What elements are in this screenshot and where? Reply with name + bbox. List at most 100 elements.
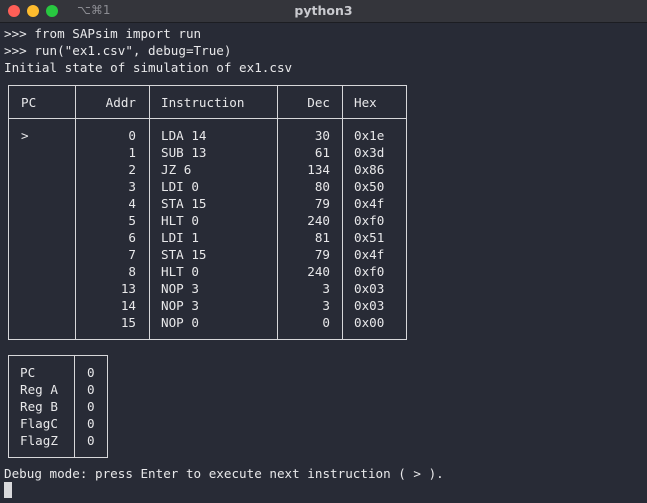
cell-addr: 13 — [75, 280, 150, 297]
cell-instruction: JZ 6 — [149, 161, 278, 178]
cell-hex: 0x86 — [342, 161, 407, 178]
cell-dec: 81 — [277, 229, 343, 246]
cell-instruction: NOP 0 — [149, 314, 278, 340]
cell-instruction: SUB 13 — [149, 144, 278, 161]
cell-dec: 30 — [277, 127, 343, 144]
cell-addr: 8 — [75, 263, 150, 280]
cell-hex: 0x51 — [342, 229, 407, 246]
cell-dec: 79 — [277, 246, 343, 263]
cell-hex: 0x4f — [342, 246, 407, 263]
table-row: 15 NOP 0 0 0x00 — [8, 314, 407, 340]
cell-dec: 79 — [277, 195, 343, 212]
table-row: >0 LDA 14 30 0x1e — [8, 127, 407, 144]
cell-addr: 5 — [75, 212, 150, 229]
cell-addr: 4 — [75, 195, 150, 212]
terminal-area[interactable]: >>> from SAPsim import run >>> run("ex1.… — [4, 22, 647, 503]
text-cursor — [4, 482, 12, 498]
register-row: FlagC 0 — [8, 415, 108, 432]
cell-hex: 0x00 — [342, 314, 407, 340]
cell-addr: 0 — [75, 127, 150, 144]
table-row: 13 NOP 3 3 0x03 — [8, 280, 407, 297]
cell-dec: 134 — [277, 161, 343, 178]
cell-instruction: LDI 0 — [149, 178, 278, 195]
register-row: Reg B0 — [8, 398, 108, 415]
register-value: 0 — [74, 381, 108, 398]
cell-hex: 0xf0 — [342, 263, 407, 280]
debug-prompt: Debug mode: press Enter to execute next … — [4, 466, 444, 481]
table-row: 5 HLT 0 240 0xf0 — [8, 212, 407, 229]
cell-instruction: LDA 14 — [149, 127, 278, 144]
cell-dec: 0 — [277, 314, 343, 340]
cell-addr: 1 — [75, 144, 150, 161]
cell-pc — [8, 161, 76, 178]
program-table-header: PC Addr Instruction Dec Hex — [8, 85, 407, 119]
header-dec: Dec — [277, 85, 343, 119]
cell-addr: 14 — [75, 297, 150, 314]
register-value: 0 — [74, 432, 108, 458]
cell-hex: 0xf0 — [342, 212, 407, 229]
register-row: PC 0 — [8, 355, 108, 381]
cell-instruction: LDI 1 — [149, 229, 278, 246]
cell-dec: 61 — [277, 144, 343, 161]
cell-dec: 3 — [277, 297, 343, 314]
cell-pc — [8, 229, 76, 246]
register-name: PC — [8, 355, 75, 381]
register-value: 0 — [74, 355, 108, 381]
register-name: FlagC — [8, 415, 75, 432]
cell-pc — [8, 195, 76, 212]
header-addr: Addr — [75, 85, 150, 119]
register-name: Reg A — [8, 381, 75, 398]
cell-hex: 0x03 — [342, 280, 407, 297]
cell-dec: 240 — [277, 212, 343, 229]
cell-instruction: STA 15 — [149, 246, 278, 263]
table-row: 4 STA 15 79 0x4f — [8, 195, 407, 212]
cell-instruction: NOP 3 — [149, 297, 278, 314]
table-row: 6 LDI 1 81 0x51 — [8, 229, 407, 246]
cell-pc — [8, 297, 76, 314]
register-table: PC 0 Reg A 0 Reg B 0 FlagC 0 FlagZ 0 — [8, 355, 108, 458]
cell-pc — [8, 280, 76, 297]
table-row: 2 JZ 6 134 0x86 — [8, 161, 407, 178]
cell-hex: 0x3d — [342, 144, 407, 161]
register-value: 0 — [74, 398, 108, 415]
header-pc: PC — [8, 85, 76, 119]
cell-addr: 7 — [75, 246, 150, 263]
table-row: 7 STA 15 79 0x4f — [8, 246, 407, 263]
table-row: 8 HLT 0 240 0xf0 — [8, 263, 407, 280]
header-instruction: Instruction — [149, 85, 278, 119]
cell-pc — [8, 246, 76, 263]
cell-addr: 2 — [75, 161, 150, 178]
program-table: PC Addr Instruction Dec Hex >0 LDA 14 30 0x… — [8, 85, 407, 340]
cell-dec: 3 — [277, 280, 343, 297]
window-title: python3 — [294, 3, 353, 18]
cell-pc — [8, 212, 76, 229]
cell-instruction: HLT 0 — [149, 263, 278, 280]
cell-instruction: HLT 0 — [149, 212, 278, 229]
table-row: 3 LDI 0 80 0x50 — [8, 178, 407, 195]
output-line-initial-state: Initial state of simulation of ex1.csv — [4, 60, 293, 75]
register-value: 0 — [74, 415, 108, 432]
cell-pc — [8, 314, 76, 340]
title-bar: ⌥⌘1 python3 — [0, 0, 647, 23]
register-row: Reg A0 — [8, 381, 108, 398]
cell-instruction: NOP 3 — [149, 280, 278, 297]
cell-dec: 80 — [277, 178, 343, 195]
header-hex: Hex — [342, 85, 407, 119]
register-row: FlagZ 0 — [8, 432, 108, 458]
cell-hex: 0x03 — [342, 297, 407, 314]
table-row: 14 NOP 3 3 0x03 — [8, 297, 407, 314]
table-row: 1 SUB 13 61 0x3d — [8, 144, 407, 161]
cell-hex: 0x1e — [342, 127, 407, 144]
command-line-import: >>> from SAPsim import run — [4, 26, 202, 41]
cell-addr: 3 — [75, 178, 150, 195]
cell-pc — [8, 178, 76, 195]
register-name: Reg B — [8, 398, 75, 415]
cell-pc — [8, 144, 76, 161]
cell-addr: 6 — [75, 229, 150, 246]
command-line-run: >>> run("ex1.csv", debug=True) — [4, 43, 232, 58]
cell-pc: > — [8, 127, 76, 144]
cell-instruction: STA 15 — [149, 195, 278, 212]
cell-dec: 240 — [277, 263, 343, 280]
cell-pc — [8, 263, 76, 280]
cell-hex: 0x4f — [342, 195, 407, 212]
